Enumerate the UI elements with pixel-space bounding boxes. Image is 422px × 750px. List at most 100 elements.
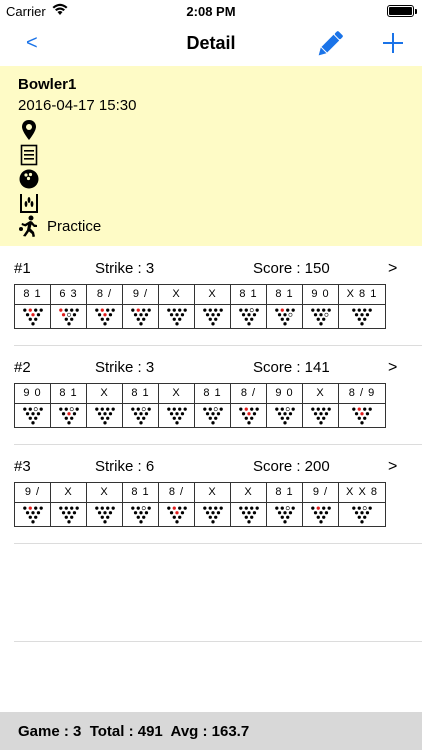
pin-8	[136, 407, 140, 411]
frame-5: X	[158, 383, 195, 428]
pin-2	[280, 317, 284, 321]
frame-marks: X	[159, 285, 194, 305]
pin-8	[100, 506, 104, 510]
pin-4	[169, 411, 173, 415]
scorecard: 8 16 38 /9 /X X 8 18 19 0X 8 1	[14, 284, 386, 329]
pin-5	[138, 510, 143, 514]
frame-pins	[159, 503, 194, 526]
pin-8	[244, 407, 248, 411]
pin-5	[138, 411, 143, 415]
pin-diagram	[310, 308, 331, 325]
pin-4	[354, 510, 359, 514]
frame-3: X	[86, 482, 123, 527]
game-row[interactable]: #3 Strike : 6 Score : 200 >9 /X X 8 18 /X X 8 1…	[0, 458, 422, 556]
strike-count: Strike : 3	[95, 260, 155, 277]
pin-diagram	[94, 308, 115, 325]
plus-icon[interactable]	[380, 30, 406, 56]
frame-pins	[231, 503, 266, 526]
frame-7: 8 /	[230, 383, 267, 428]
pin-2	[64, 416, 68, 420]
pin-5	[246, 411, 251, 415]
pin-9	[141, 308, 145, 312]
pin-5	[66, 411, 71, 415]
pin-3	[285, 317, 289, 321]
pin-10	[183, 506, 187, 510]
pin-3	[249, 416, 253, 420]
frame-marks: X 8 1	[339, 285, 385, 305]
pin-1	[318, 321, 323, 325]
pin-7	[94, 506, 98, 510]
frame-10: 8 / 9	[338, 383, 386, 428]
pin-6	[36, 312, 40, 316]
frame-marks: 8 1	[267, 483, 302, 503]
pin-3	[177, 515, 181, 519]
pin-6	[252, 510, 256, 514]
pin-7	[94, 407, 98, 411]
pin-10	[39, 506, 43, 510]
pin-3	[285, 416, 289, 420]
pin-5	[174, 411, 179, 415]
chevron-right-icon[interactable]: >	[388, 458, 397, 476]
pin-3	[321, 317, 325, 321]
frame-marks: 9 /	[123, 285, 158, 305]
pin-6	[365, 312, 370, 316]
pin-2	[208, 317, 212, 321]
pin-2	[357, 317, 361, 321]
pin-3	[33, 416, 37, 420]
row-divider	[14, 543, 422, 544]
pin-diagram	[238, 307, 259, 325]
pin-diagram	[58, 506, 79, 523]
pin-1	[138, 420, 143, 424]
pin-6	[324, 510, 328, 514]
pin-7	[274, 308, 278, 312]
pin-8	[208, 407, 212, 411]
pin-7	[274, 407, 278, 411]
pin-9	[105, 407, 109, 411]
frame-marks: 8 1	[195, 384, 230, 404]
pin-diagram	[58, 308, 79, 325]
pin-7	[58, 407, 62, 411]
pin-diagram	[166, 407, 187, 424]
pin-5	[360, 312, 364, 316]
chevron-right-icon[interactable]: >	[388, 260, 397, 278]
game-row[interactable]: #1 Strike : 3 Score : 150 >8 16 38 /9 /X X 8 …	[0, 260, 422, 358]
pin-9	[177, 407, 181, 411]
chevron-right-icon[interactable]: >	[388, 359, 397, 377]
pin-10	[219, 506, 223, 510]
page-title: Detail	[186, 33, 236, 53]
pin-1	[246, 420, 251, 424]
pin-2	[100, 317, 104, 321]
frame-6: X	[194, 482, 231, 527]
pencil-icon[interactable]	[314, 28, 346, 60]
pin-6	[180, 411, 184, 415]
pin-5	[102, 510, 107, 514]
pin-2	[280, 416, 284, 420]
pin-4	[313, 411, 317, 415]
pin-1	[282, 519, 287, 523]
frame-pins	[123, 305, 158, 328]
frame-marks: X	[195, 483, 230, 503]
pin-9	[213, 308, 217, 312]
pin-6	[72, 312, 76, 316]
pin-9	[249, 407, 253, 411]
pin-1	[282, 420, 287, 424]
pin-7	[352, 308, 356, 312]
pin-5	[66, 510, 71, 514]
pin-7	[166, 506, 170, 510]
pin-2	[64, 515, 68, 519]
frame-pins	[15, 503, 50, 526]
game-row[interactable]: #2 Strike : 3 Score : 141 >9 08 1X8 1X8 18 …	[0, 359, 422, 457]
pin-8	[357, 506, 361, 510]
pin-8	[172, 308, 176, 312]
pin-8	[208, 506, 212, 510]
pin-4	[97, 510, 101, 514]
pin-3	[321, 515, 325, 519]
pin-2	[357, 416, 361, 420]
pin-7	[130, 308, 134, 312]
pin-diagram	[94, 506, 115, 523]
pin-5	[66, 312, 71, 317]
pin-5	[174, 510, 179, 514]
pin-diagram	[130, 406, 151, 424]
pin-6	[252, 312, 256, 316]
pin-5	[246, 312, 251, 316]
